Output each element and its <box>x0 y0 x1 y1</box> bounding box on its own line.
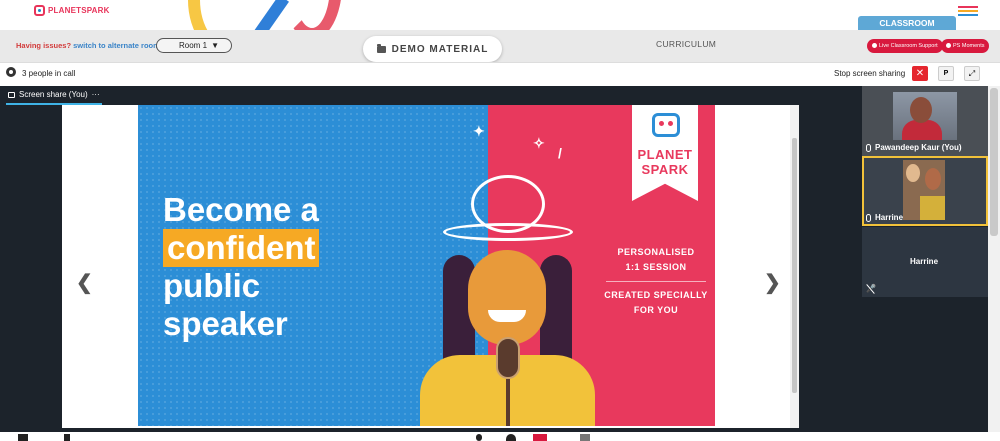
issues-label: Having issues? <box>16 41 72 50</box>
microphone-icon <box>866 213 871 222</box>
slide-headline: Become a confident public speaker <box>163 191 320 343</box>
ribbon-line-2: SPARK <box>641 162 689 177</box>
microphone-stand <box>506 379 510 426</box>
headline-line-4: speaker <box>163 305 288 342</box>
live-support-label: Live Classroom Support <box>879 43 938 49</box>
control-icon[interactable] <box>533 434 547 441</box>
demo-material-button[interactable]: DEMO MATERIAL <box>363 36 502 62</box>
screen-share-tab[interactable]: Screen share (You) ··· <box>8 90 100 99</box>
slide: Become a confident public speaker ✦ ✧ / … <box>138 105 715 426</box>
issues-notice: Having issues? switch to alternate room <box>16 41 160 50</box>
ribbon-line-1: PLANET <box>637 147 693 162</box>
microphone-illustration <box>496 337 520 379</box>
viewer-scroll-thumb[interactable] <box>792 138 797 393</box>
slide-copy: PERSONALISED 1:1 SESSION CREATED SPECIAL… <box>596 245 715 318</box>
stop-sharing-label: Stop screen sharing <box>834 69 906 78</box>
control-icon[interactable] <box>580 434 590 441</box>
live-support-button[interactable]: Live Classroom Support <box>867 39 943 53</box>
participant-figure <box>925 168 941 190</box>
demo-material-label: DEMO MATERIAL <box>391 43 489 55</box>
microphone-muted-icon: 🎤 <box>866 284 876 293</box>
tab-classroom[interactable]: CLASSROOM <box>858 16 956 35</box>
top-bar <box>0 0 1000 30</box>
support-icon <box>872 43 877 48</box>
tab-curriculum[interactable]: CURRICULUM <box>656 39 716 49</box>
previous-slide-icon[interactable]: ❮ <box>76 270 93 295</box>
copy-line-3: CREATED SPECIALLY <box>604 290 708 300</box>
hamburger-icon[interactable] <box>958 6 978 16</box>
burst-icon: / <box>558 145 562 161</box>
copy-divider <box>606 281 706 282</box>
folder-icon <box>376 43 386 53</box>
copy-line-4: FOR YOU <box>633 305 679 315</box>
room-select[interactable]: Room 1 ▼ <box>156 38 232 53</box>
ps-moments-button[interactable]: PS Moments <box>941 39 990 53</box>
screen-share-icon <box>8 91 15 98</box>
control-icon[interactable] <box>506 434 516 441</box>
screen-share-label: Screen share (You) <box>19 90 88 99</box>
next-slide-icon[interactable]: ❯ <box>764 270 781 295</box>
ribbon-logo-icon <box>652 113 680 137</box>
fullscreen-icon[interactable]: ⤢ <box>964 66 980 81</box>
participant-label: Pawandeep Kaur (You) <box>866 143 962 152</box>
burst-icon: ✦ <box>473 123 485 139</box>
participant-name: Harrine <box>910 257 939 266</box>
brand-logo[interactable]: PLANETSPARK <box>34 5 110 16</box>
caret-down-icon: ▼ <box>211 41 219 50</box>
headline-line-2: confident <box>163 229 320 267</box>
copy-line-1: PERSONALISED <box>617 247 695 257</box>
logo-text: PLANETSPARK <box>48 6 110 15</box>
logo-icon <box>34 5 45 16</box>
stop-sharing-button[interactable]: ✕ <box>912 66 928 81</box>
ribbon-text: PLANET SPARK <box>632 147 698 177</box>
participant-figure <box>920 196 945 220</box>
participant-figure <box>906 164 920 182</box>
headline-line-3: public <box>163 267 261 304</box>
copy-line-2: 1:1 SESSION <box>625 262 687 272</box>
participant-label: Harrine <box>866 213 903 222</box>
burst-icon: ✧ <box>533 135 545 151</box>
gear-icon[interactable] <box>6 67 16 77</box>
participant-figure <box>902 120 942 140</box>
participant-figure-head <box>910 97 932 123</box>
room-select-value: Room 1 <box>179 41 208 50</box>
moments-icon <box>946 43 951 48</box>
microphone-icon <box>866 143 871 152</box>
control-icon[interactable] <box>476 434 482 441</box>
participant-name: Harrine <box>875 213 904 222</box>
control-icon[interactable] <box>64 434 70 441</box>
p-button[interactable]: P <box>938 66 954 81</box>
ps-moments-label: PS Moments <box>953 43 985 49</box>
participant-name: Pawandeep Kaur (You) <box>875 143 962 152</box>
page-scroll-thumb[interactable] <box>990 88 998 236</box>
headline-line-1: Become a <box>163 191 319 228</box>
girl-face <box>468 250 546 345</box>
hat-illustration-brim <box>443 223 573 241</box>
switch-room-link[interactable]: switch to alternate room <box>73 41 160 50</box>
more-options-icon[interactable]: ··· <box>92 90 100 99</box>
control-icon[interactable] <box>18 434 28 441</box>
people-count: 3 people in call <box>22 69 76 78</box>
girl-smile <box>488 310 526 322</box>
bottom-controls <box>0 432 1000 441</box>
